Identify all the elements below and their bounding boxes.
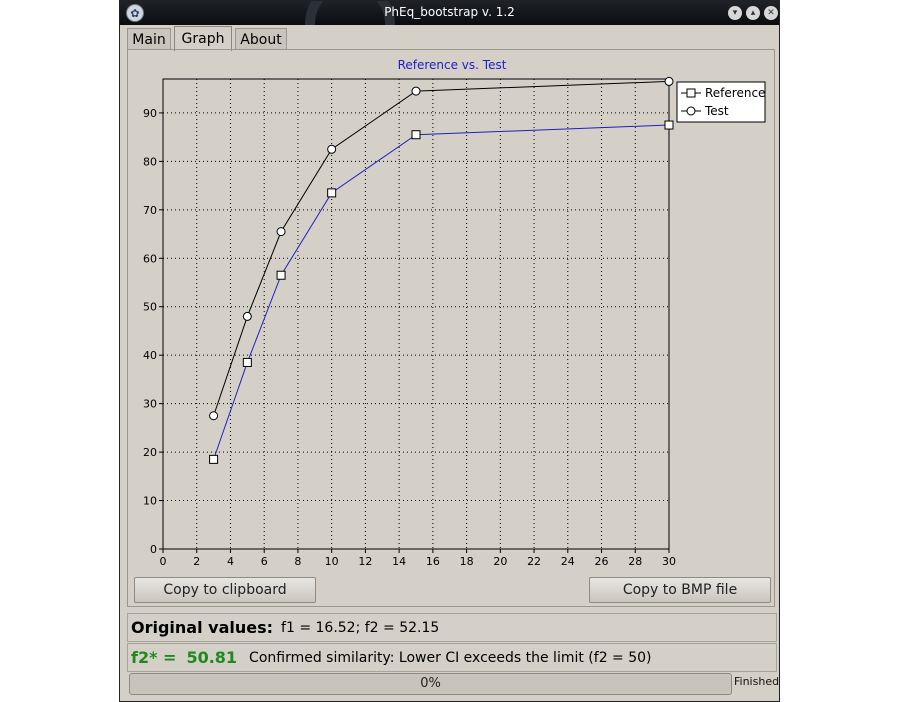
data-point-test <box>327 144 337 154</box>
copy-clipboard-button[interactable]: Copy to clipboard <box>134 577 316 603</box>
data-point-test <box>276 227 286 237</box>
legend-marker-reference <box>686 88 696 98</box>
close-icon[interactable]: ✕ <box>764 6 778 20</box>
y-tick-label: 30 <box>143 398 157 411</box>
y-tick-label: 40 <box>143 349 157 362</box>
data-point-reference <box>242 357 252 367</box>
legend-label-reference: Reference <box>705 86 765 100</box>
series-line-test <box>213 80 670 416</box>
status-text: Finished <box>734 675 780 688</box>
x-tick-label: 18 <box>460 555 474 568</box>
legend-marker-test <box>686 106 696 116</box>
x-tick-label: 14 <box>392 555 406 568</box>
title-bar[interactable]: ✿ PhEq_bootstrap v. 1.2 ▾ ▴ ✕ <box>120 1 779 25</box>
tab-about[interactable]: About <box>235 28 287 50</box>
minimize-icon[interactable]: ▾ <box>728 6 742 20</box>
x-tick-label: 16 <box>426 555 440 568</box>
y-tick-label: 70 <box>143 204 157 217</box>
tab-main[interactable]: Main <box>127 28 171 50</box>
data-point-reference <box>276 270 286 280</box>
x-tick-label: 8 <box>294 555 301 568</box>
y-tick-label: 90 <box>143 107 157 120</box>
app-window: ✿ PhEq_bootstrap v. 1.2 ▾ ▴ ✕ Main Graph… <box>119 0 780 702</box>
data-point-test <box>242 311 252 321</box>
legend-label-test: Test <box>704 104 729 118</box>
f2star-value: 50.81 <box>186 648 238 667</box>
f2star-label: f2* = <box>131 648 177 667</box>
x-tick-label: 12 <box>358 555 372 568</box>
y-tick-label: 50 <box>143 301 157 314</box>
plot-frame <box>162 78 670 550</box>
data-point-reference <box>327 188 337 198</box>
copy-bmp-button[interactable]: Copy to BMP file <box>589 577 771 603</box>
x-tick-label: 0 <box>160 555 167 568</box>
window-title: PhEq_bootstrap v. 1.2 <box>384 5 515 19</box>
progress-bar: 0% <box>129 673 732 695</box>
graph-panel: Reference vs. Test 0 2 4 6 8 10 12 14 16 18 20 22 24 2… <box>127 49 775 607</box>
x-tick-label: 2 <box>193 555 200 568</box>
data-point-reference <box>664 120 674 130</box>
original-values-label: Original values: <box>131 618 274 637</box>
tab-graph[interactable]: Graph <box>174 26 232 51</box>
series-line-reference <box>213 124 670 460</box>
y-tick-label: 60 <box>143 252 157 265</box>
chart-title: Reference vs. Test <box>398 58 507 72</box>
similarity-message: Confirmed similarity: Lower CI exceeds t… <box>249 649 652 666</box>
data-point-reference <box>411 130 421 140</box>
progress-label: 0% <box>420 676 441 691</box>
y-tick-label: 10 <box>143 495 157 508</box>
original-values-row: Original values: f1 = 16.52; f2 = 52.15 <box>127 613 777 642</box>
bootstrap-result-row: f2* = 50.81 Confirmed similarity: Lower … <box>127 643 777 672</box>
x-tick-label: 22 <box>527 555 541 568</box>
x-tick-label: 26 <box>595 555 609 568</box>
x-tick-label: 30 <box>662 555 676 568</box>
original-values-text: f1 = 16.52; f2 = 52.15 <box>281 619 440 636</box>
x-tick-label: 20 <box>493 555 507 568</box>
y-tick-label: 20 <box>143 446 157 459</box>
y-tick-label: 0 <box>150 543 157 556</box>
data-point-reference <box>209 454 219 464</box>
x-tick-label: 6 <box>261 555 268 568</box>
data-point-test <box>411 86 421 96</box>
x-tick-label: 10 <box>325 555 339 568</box>
data-point-test <box>209 411 219 421</box>
chart: Reference vs. Test0 2 4 6 8 10 12 14 16 18 20 22 24 2… <box>143 58 766 568</box>
data-point-test <box>664 76 674 86</box>
x-tick-label: 28 <box>628 555 642 568</box>
x-tick-label: 4 <box>227 555 234 568</box>
x-tick-label: 24 <box>561 555 575 568</box>
y-tick-label: 80 <box>143 155 157 168</box>
maximize-icon[interactable]: ▴ <box>746 6 760 20</box>
